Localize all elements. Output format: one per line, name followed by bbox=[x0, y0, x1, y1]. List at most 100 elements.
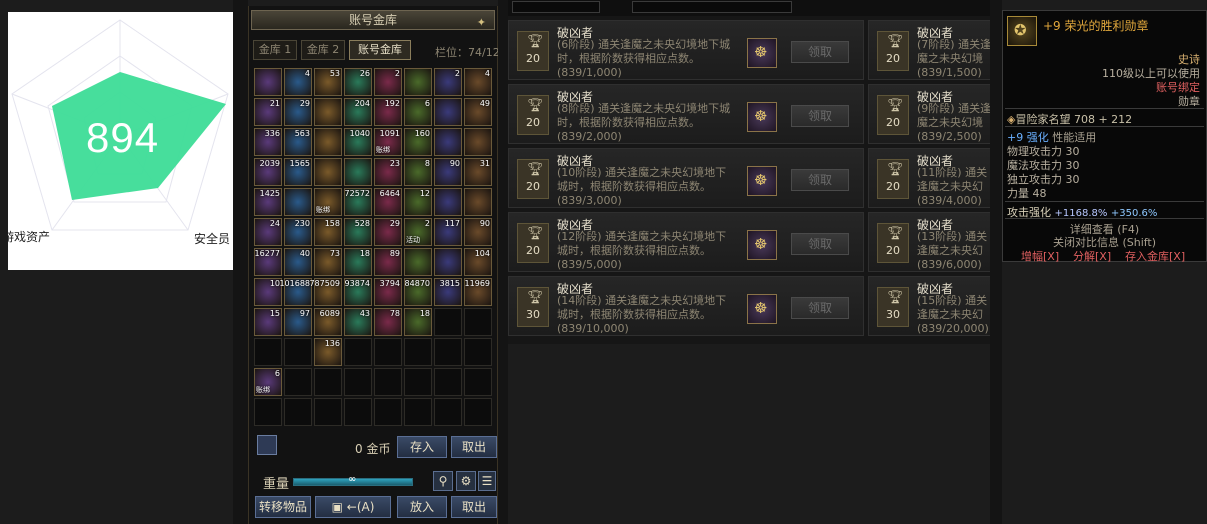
item-slot[interactable]: 24 bbox=[254, 218, 282, 246]
item-slot[interactable]: 10 bbox=[254, 278, 282, 306]
reward-icon[interactable]: ☸ bbox=[747, 294, 777, 324]
item-slot[interactable]: 2 bbox=[434, 68, 462, 96]
empty-slot[interactable] bbox=[254, 338, 282, 366]
reward-icon[interactable]: ☸ bbox=[747, 102, 777, 132]
empty-slot[interactable] bbox=[284, 338, 312, 366]
item-slot[interactable]: 192 bbox=[374, 98, 402, 126]
item-slot[interactable]: 97 bbox=[284, 308, 312, 336]
item-slot[interactable] bbox=[254, 68, 282, 96]
empty-slot[interactable] bbox=[434, 398, 462, 426]
item-slot[interactable]: 53 bbox=[314, 68, 342, 96]
reward-icon[interactable]: ☸ bbox=[747, 166, 777, 196]
item-slot[interactable]: 90 bbox=[464, 218, 492, 246]
empty-slot[interactable] bbox=[314, 368, 342, 396]
item-slot[interactable] bbox=[284, 188, 312, 216]
transfer-items-button[interactable]: 转移物品 bbox=[255, 496, 311, 518]
pin-icon[interactable]: ✦ bbox=[477, 14, 486, 32]
item-slot[interactable]: 2 活动 bbox=[404, 218, 432, 246]
empty-slot[interactable] bbox=[434, 368, 462, 396]
empty-slot[interactable] bbox=[404, 398, 432, 426]
reward-icon[interactable]: ☸ bbox=[747, 230, 777, 260]
transfer-hotkey-button[interactable]: ▣ ←(A) bbox=[315, 496, 391, 518]
item-slot[interactable]: 117 bbox=[434, 218, 462, 246]
list-icon[interactable]: ☰ bbox=[478, 471, 496, 491]
item-slot[interactable]: 2 bbox=[374, 68, 402, 96]
item-slot[interactable]: 12 bbox=[404, 188, 432, 216]
item-slot[interactable]: 18 bbox=[404, 308, 432, 336]
amplify-action[interactable]: 增幅[X] bbox=[1021, 248, 1059, 264]
claim-button[interactable]: 领取 bbox=[791, 41, 849, 63]
item-slot[interactable]: 101688 bbox=[279, 278, 312, 306]
item-slot[interactable]: 78 bbox=[374, 308, 402, 336]
empty-slot[interactable] bbox=[284, 368, 312, 396]
item-slot[interactable]: 1040 bbox=[344, 128, 372, 156]
item-slot[interactable]: 158 bbox=[314, 218, 342, 246]
item-slot[interactable] bbox=[404, 248, 432, 276]
item-slot[interactable]: 336 bbox=[254, 128, 282, 156]
storage-title-bar[interactable]: 账号金库 ✦ bbox=[251, 10, 495, 30]
item-slot[interactable] bbox=[434, 128, 462, 156]
tab-storage-2[interactable]: 金库 2 bbox=[301, 40, 345, 60]
empty-slot[interactable] bbox=[374, 368, 402, 396]
item-slot[interactable]: 3794 bbox=[374, 278, 402, 306]
empty-slot[interactable] bbox=[464, 308, 492, 336]
item-slot[interactable]: 89 bbox=[374, 248, 402, 276]
empty-slot[interactable] bbox=[464, 338, 492, 366]
item-slot[interactable]: 26 bbox=[344, 68, 372, 96]
reward-icon[interactable]: ☸ bbox=[747, 38, 777, 68]
gear-icon[interactable]: ⚙ bbox=[456, 471, 476, 491]
deposit-button[interactable]: 存入 bbox=[397, 436, 447, 458]
empty-slot[interactable] bbox=[344, 338, 372, 366]
item-slot[interactable] bbox=[404, 68, 432, 96]
item-slot[interactable]: 6089 bbox=[314, 308, 342, 336]
claim-button[interactable]: 领取 bbox=[791, 297, 849, 319]
item-slot[interactable] bbox=[314, 98, 342, 126]
item-slot[interactable]: 31 bbox=[464, 158, 492, 186]
item-slot[interactable]: 49 bbox=[464, 98, 492, 126]
item-slot[interactable]: 6464 bbox=[374, 188, 402, 216]
item-slot[interactable]: 1565 bbox=[284, 158, 312, 186]
item-slot[interactable] bbox=[314, 128, 342, 156]
item-slot[interactable]: 3815 bbox=[434, 278, 462, 306]
empty-slot[interactable] bbox=[434, 338, 462, 366]
item-slot[interactable]: 21 bbox=[254, 98, 282, 126]
empty-slot[interactable] bbox=[404, 368, 432, 396]
item-slot[interactable]: 2039 bbox=[254, 158, 282, 186]
item-slot[interactable]: 4 bbox=[284, 68, 312, 96]
item-slot[interactable] bbox=[434, 248, 462, 276]
item-slot[interactable] bbox=[434, 98, 462, 126]
item-slot[interactable]: 账绑 bbox=[314, 188, 342, 216]
item-slot[interactable]: 104 bbox=[464, 248, 492, 276]
take-out-button[interactable]: 取出 bbox=[451, 496, 497, 518]
item-slot[interactable]: 1091 账绑 bbox=[374, 128, 402, 156]
item-slot[interactable]: 15 bbox=[254, 308, 282, 336]
item-slot[interactable]: 787509 bbox=[309, 278, 342, 306]
tab-storage-1[interactable]: 金库 1 bbox=[253, 40, 297, 60]
item-slot[interactable]: 8 bbox=[404, 158, 432, 186]
item-slot[interactable] bbox=[344, 158, 372, 186]
item-slot[interactable]: 29 bbox=[284, 98, 312, 126]
item-slot[interactable]: 204 bbox=[344, 98, 372, 126]
claim-button[interactable]: 领取 bbox=[791, 233, 849, 255]
item-slot[interactable]: 11969 bbox=[464, 278, 492, 306]
item-slot[interactable]: 1425 bbox=[254, 188, 282, 216]
coin-icon[interactable] bbox=[257, 435, 277, 455]
item-slot[interactable] bbox=[314, 158, 342, 186]
item-slot[interactable]: 136 bbox=[314, 338, 342, 366]
empty-slot[interactable] bbox=[254, 398, 282, 426]
item-slot[interactable] bbox=[464, 128, 492, 156]
item-slot[interactable]: 72572 bbox=[344, 188, 372, 216]
item-slot[interactable] bbox=[464, 188, 492, 216]
empty-slot[interactable] bbox=[314, 398, 342, 426]
item-slot[interactable]: 6 bbox=[404, 98, 432, 126]
item-slot[interactable]: 16277 bbox=[254, 248, 282, 276]
disassemble-action[interactable]: 分解[X] bbox=[1073, 248, 1111, 264]
item-slot[interactable]: 23 bbox=[374, 158, 402, 186]
empty-slot[interactable] bbox=[464, 398, 492, 426]
item-slot[interactable]: 84870 bbox=[404, 278, 432, 306]
item-slot[interactable]: 18 bbox=[344, 248, 372, 276]
item-slot[interactable]: 528 bbox=[344, 218, 372, 246]
item-slot[interactable]: 230 bbox=[284, 218, 312, 246]
empty-slot[interactable] bbox=[344, 368, 372, 396]
item-slot[interactable] bbox=[434, 188, 462, 216]
